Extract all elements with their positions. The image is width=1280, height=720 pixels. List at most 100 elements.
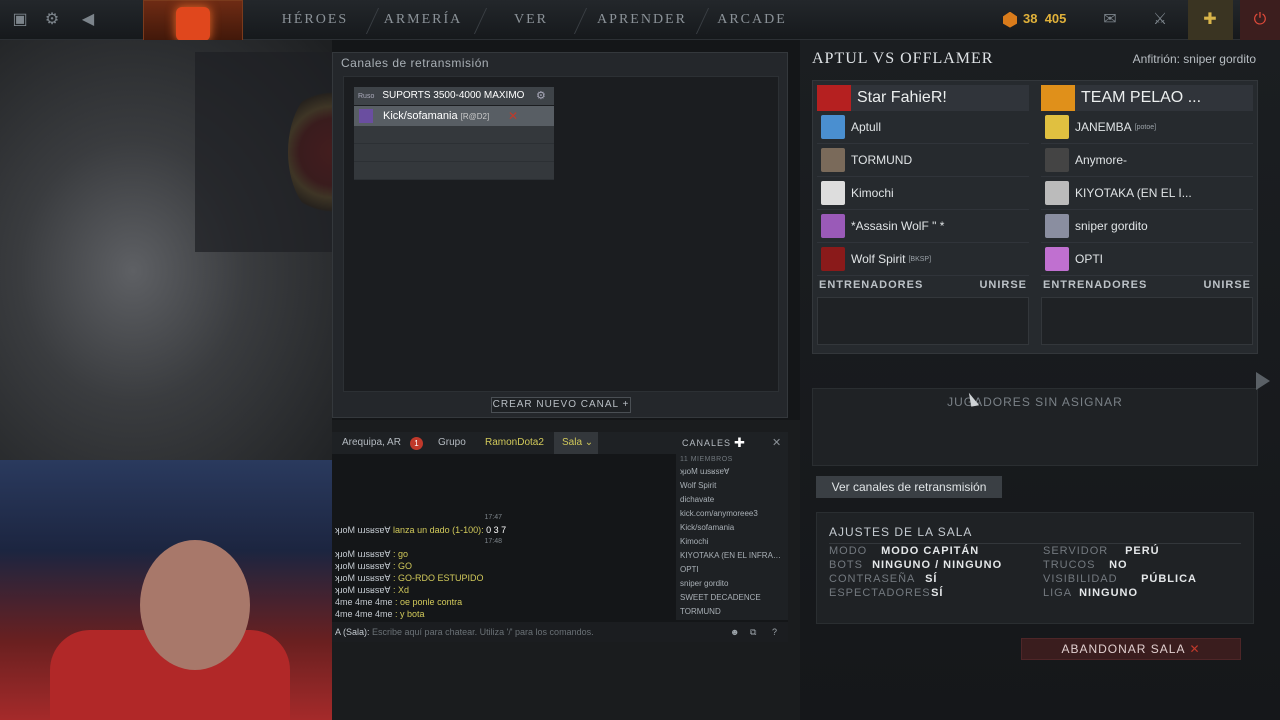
member-item[interactable]: ʞɹoM uɹsʁsɐ∀	[676, 465, 788, 479]
add-channel-icon[interactable]: ✚	[734, 432, 745, 454]
tab-location[interactable]: Arequipa, AR	[342, 432, 401, 454]
chat-input[interactable]: A (Sala): Escribe aquí para chatear. Uti…	[332, 622, 788, 642]
nav-arcade[interactable]: ARCADE	[712, 0, 792, 40]
avatar	[1045, 148, 1069, 172]
emoji-icon[interactable]: ☻	[730, 622, 739, 642]
chat-author: ʞɹoM uɹsʁsɐ∀	[335, 585, 391, 595]
caster-tag: [R@D2]	[460, 112, 490, 121]
chat-input-placeholder: Escribe aquí para chatear. Utiliza '/' p…	[372, 627, 594, 637]
member-item[interactable]: Kick/sofamania	[676, 521, 788, 535]
next-arrow-icon[interactable]	[1256, 372, 1270, 390]
member-item[interactable]: Wolf Spirit	[676, 479, 788, 493]
member-item[interactable]: dichavate	[676, 493, 788, 507]
member-item[interactable]: Kimochi	[676, 535, 788, 549]
member-item[interactable]: kick.com/anymoreee3	[676, 507, 788, 521]
gear-icon[interactable]: ⚙	[41, 9, 63, 31]
avatar	[1045, 247, 1069, 271]
player-slot[interactable]: Wolf Spirit [BKSP]	[817, 243, 1029, 276]
mail-icon[interactable]: ✉	[1099, 9, 1121, 31]
chat-line: ʞɹoM uɹsʁsɐ∀ : GO	[332, 560, 672, 572]
back-arrow-icon[interactable]: ◀	[77, 9, 99, 31]
player-slot[interactable]: Kimochi	[817, 177, 1029, 210]
channel-settings-icon[interactable]: ⚙	[536, 87, 546, 105]
setting-value: NO	[1109, 559, 1128, 571]
setting-value: SÍ	[931, 587, 944, 599]
channel-header[interactable]: Ruso SUPORTS 3500-4000 MAXIMO ⚙	[354, 87, 554, 105]
member-item[interactable]: sniper gordito	[676, 577, 788, 591]
player-tag: [BKSP]	[908, 255, 932, 263]
settings-title: AJUSTES DE LA SALA	[829, 525, 973, 539]
setting-key: TRUCOS	[1043, 559, 1096, 571]
member-item[interactable]: KIYOTAKA (EN EL INFRAM...	[676, 549, 788, 563]
chat-message: : y bota	[392, 609, 425, 619]
coach-slot[interactable]	[817, 297, 1029, 345]
player-name: Wolf Spirit	[851, 252, 906, 266]
chat-line: 4me 4me 4me : oe ponle contra	[332, 596, 672, 608]
avatar	[1045, 214, 1069, 238]
player-name: Aptull	[851, 120, 882, 134]
plus-icon: +	[622, 399, 630, 410]
unassigned-players[interactable]: JUGADORES SIN ASIGNAR	[812, 388, 1258, 466]
leave-lobby-button[interactable]: ABANDONAR SALA ✕	[1021, 638, 1241, 660]
close-icon[interactable]: ✕	[772, 432, 781, 454]
chat-line: ʞɹoM uɹsʁsɐ∀ lanza un dado (1-100): 0 3 …	[332, 524, 672, 536]
chat-author: ʞɹoM uɹsʁsɐ∀	[335, 561, 391, 571]
nav-watch[interactable]: VER	[496, 0, 566, 40]
shards-icon	[1003, 11, 1017, 28]
create-channel-label: CREAR NUEVO CANAL	[492, 399, 619, 410]
player-slot[interactable]: OPTI	[1041, 243, 1253, 276]
player-name: Anymore-	[1075, 153, 1128, 167]
avatar	[821, 115, 845, 139]
chat-message: : oe ponle contra	[392, 597, 463, 607]
create-channel-button[interactable]: CREAR NUEVO CANAL +	[491, 397, 631, 413]
player-slot[interactable]: sniper gordito	[1041, 210, 1253, 243]
chat-line: 4me 4me 4me : y bota	[332, 608, 672, 620]
team-header[interactable]: Star FahieR!	[817, 85, 1029, 111]
tab-room[interactable]: Sala ⌄	[554, 432, 598, 454]
setting-key: BOTS	[829, 559, 863, 571]
coaches-header: ENTRENADORES UNIRSE	[1041, 279, 1253, 295]
avatar	[1045, 115, 1069, 139]
nav-learn[interactable]: APRENDER	[590, 0, 694, 40]
member-item[interactable]: TORMUND	[676, 605, 788, 619]
power-button[interactable]: ⏻	[1240, 0, 1280, 40]
member-item[interactable]: OPTI	[676, 563, 788, 577]
team-header[interactable]: TEAM PELAO ...	[1041, 85, 1253, 111]
setting-value: NINGUNO / NINGUNO	[872, 559, 1003, 571]
dashboard-icon[interactable]: ▣	[9, 9, 31, 31]
player-slot[interactable]: Anymore-	[1041, 144, 1253, 177]
player-name: sniper gordito	[1075, 219, 1148, 233]
member-item[interactable]: SWEET DECADENCE	[676, 591, 788, 605]
tab-user[interactable]: RamonDota2	[485, 432, 544, 454]
player-slot[interactable]: KIYOTAKA (EN EL I...	[1041, 177, 1253, 210]
chat-line: ʞɹoM uɹsʁsɐ∀ : GO-RDO ESTUPIDO	[332, 572, 672, 584]
popout-icon[interactable]: ⧉	[750, 622, 756, 642]
tab-group[interactable]: Grupo	[438, 432, 466, 454]
caster-row[interactable]: Kick/sofamania [R@D2] ✕	[354, 106, 554, 126]
player-slot[interactable]: *Assasin WolF " *	[817, 210, 1029, 243]
close-icon[interactable]: ✕	[508, 106, 518, 126]
close-icon: ✕	[1189, 642, 1201, 656]
setting-key: CONTRASEÑA	[829, 573, 916, 585]
player-slot[interactable]: JANEMBA [potoe]	[1041, 111, 1253, 144]
coach-slot[interactable]	[1041, 297, 1253, 345]
nav-heroes[interactable]: HÉROES	[270, 0, 360, 40]
plus-button[interactable]: ✚	[1188, 0, 1233, 40]
chat-author: ʞɹoM uɹsʁsɐ∀	[335, 573, 391, 583]
player-slot[interactable]: TORMUND	[817, 144, 1029, 177]
lobby-title: APTUL VS OFFLAMER	[812, 50, 994, 67]
chat-author: ʞɹoM uɹsʁsɐ∀	[335, 525, 391, 535]
setting-key: ESPECTADORES	[829, 587, 931, 599]
join-coach-button[interactable]: UNIRSE	[979, 279, 1027, 295]
armory-icon[interactable]: ⚔	[1149, 9, 1171, 31]
channels-label[interactable]: CANALES	[682, 432, 731, 454]
help-icon[interactable]: ?	[772, 622, 777, 642]
timestamp: 17:48	[484, 538, 502, 545]
join-coach-button[interactable]: UNIRSE	[1203, 279, 1251, 295]
leave-lobby-label: ABANDONAR SALA	[1061, 642, 1186, 656]
settings-right: SERVIDOR PERÚ TRUCOS NO VISIBILIDAD PÚBL…	[1043, 544, 1197, 600]
nav-armory[interactable]: ARMERÍA	[378, 0, 468, 40]
member-list[interactable]: 11 MIEMBROS ʞɹoM uɹsʁsɐ∀ Wolf Spirit dic…	[676, 454, 788, 620]
view-broadcast-channels-button[interactable]: Ver canales de retransmisión	[816, 476, 1002, 498]
player-slot[interactable]: Aptull	[817, 111, 1029, 144]
